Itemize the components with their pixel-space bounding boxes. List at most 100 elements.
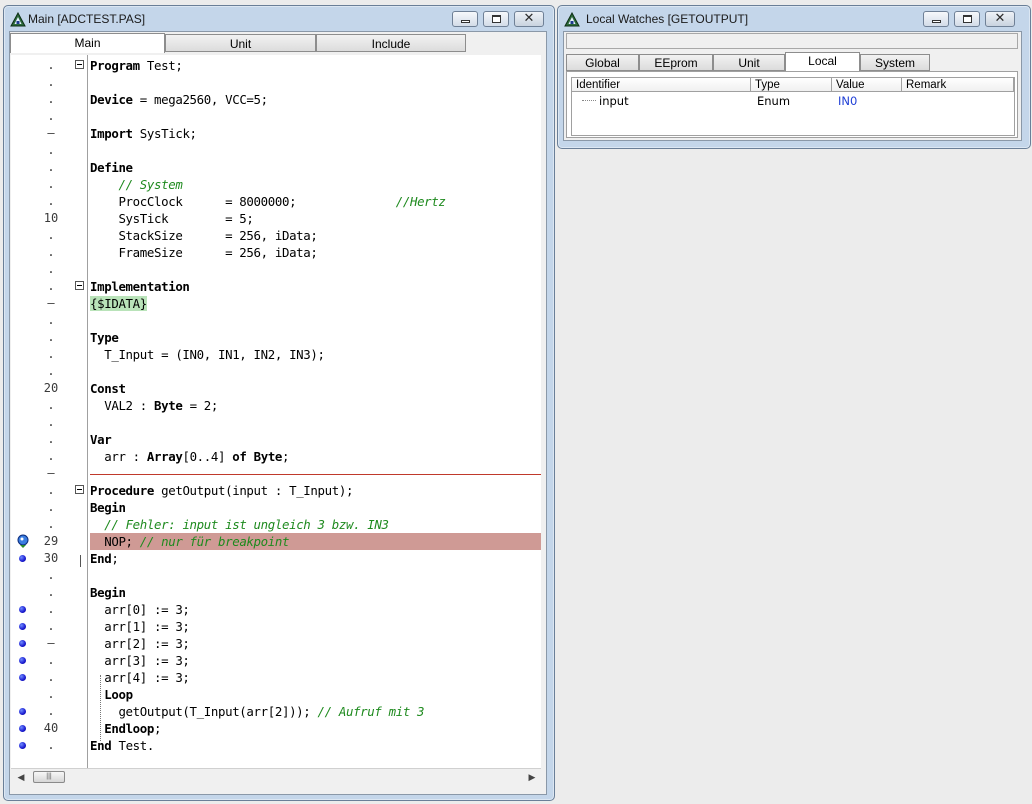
col-value[interactable]: Value [832,78,902,92]
fold-toggle-icon[interactable] [75,485,84,494]
breakpoint-icon[interactable] [19,555,26,562]
code-editor[interactable]: . Program Test;.. Device = mega2560, VCC=5… [11,55,541,768]
code-line[interactable]: . [11,108,541,125]
fold-toggle-icon[interactable] [75,60,84,69]
code-line[interactable]: – [11,465,541,482]
minimize-icon [932,20,941,23]
minimize-button[interactable] [923,11,949,27]
line-number: . [47,670,55,684]
code-line[interactable]: – arr[2] := 3; [11,635,541,652]
code-line[interactable]: . [11,414,541,431]
minimize-button[interactable] [452,11,478,27]
code-line[interactable]: . Implementation [11,278,541,295]
minimize-icon [461,20,470,23]
code-line[interactable]: . Program Test; [11,57,541,74]
code-text: Begin [90,585,126,600]
line-number: . [47,517,55,531]
code-line[interactable]: . VAL2 : Byte = 2; [11,397,541,414]
code-line[interactable]: . End Test. [11,737,541,754]
close-button[interactable]: ✕ [514,11,544,27]
breakpoint-icon[interactable] [19,657,26,664]
tab-local[interactable]: Local [785,52,860,72]
code-line[interactable]: . arr[3] := 3; [11,652,541,669]
code-line[interactable]: . // System [11,176,541,193]
code-line[interactable]: . [11,261,541,278]
breakpoint-icon[interactable] [19,640,26,647]
code-line[interactable]: . arr[0] := 3; [11,601,541,618]
horizontal-scrollbar[interactable]: ◀ ||| ▶ [11,768,541,786]
main-tabs: Main Unit Include [10,33,541,53]
code-line[interactable]: . [11,142,541,159]
line-number: . [47,568,55,582]
watches-titlebar[interactable]: Local Watches [GETOUTPUT] ✕ [558,6,1030,34]
breakpoint-icon[interactable] [19,606,26,613]
tab-unit[interactable]: Unit [165,34,316,52]
code-line[interactable]: . [11,74,541,91]
tab-eeprom[interactable]: EEprom [639,54,713,71]
line-number: . [47,398,55,412]
code-line[interactable]: . Var [11,431,541,448]
breakpoint-icon[interactable] [19,674,26,681]
watches-input-field[interactable] [566,33,1018,49]
code-line[interactable]: 29 NOP; // nur für breakpoint [11,533,541,550]
code-line[interactable]: . arr[1] := 3; [11,618,541,635]
code-line[interactable]: 10 SysTick = 5; [11,210,541,227]
current-line-icon[interactable] [17,534,29,548]
code-line[interactable]: . Begin [11,499,541,516]
breakpoint-icon[interactable] [19,725,26,732]
code-line[interactable]: . Begin [11,584,541,601]
code-line[interactable]: . ProcClock = 8000000; //Hertz [11,193,541,210]
code-line[interactable]: . [11,567,541,584]
tab-global[interactable]: Global [566,54,639,71]
code-line[interactable]: – {$IDATA} [11,295,541,312]
code-line[interactable]: . arr[4] := 3; [11,669,541,686]
scroll-right-arrow[interactable]: ▶ [525,771,539,784]
code-line[interactable]: . // Fehler: input ist ungleich 3 bzw. I… [11,516,541,533]
code-text: arr[4] := 3; [90,670,190,685]
line-number: . [47,177,55,191]
tab-unit[interactable]: Unit [713,54,785,71]
maximize-button[interactable] [954,11,980,27]
code-line[interactable]: . arr : Array[0..4] of Byte; [11,448,541,465]
col-identifier[interactable]: Identifier [572,78,751,92]
cell-identifier: input [599,94,629,108]
breakpoint-icon[interactable] [19,708,26,715]
code-text: arr[3] := 3; [90,653,190,668]
code-line[interactable]: 40 Endloop; [11,720,541,737]
code-line[interactable]: . Procedure getOutput(input : T_Input); [11,482,541,499]
col-type[interactable]: Type [751,78,832,92]
scroll-thumb[interactable]: ||| [33,771,65,783]
code-line[interactable]: 30 End; [11,550,541,567]
tab-main[interactable]: Main [10,33,165,53]
tab-system[interactable]: System [860,54,930,71]
code-text: arr : Array[0..4] of Byte; [90,449,290,464]
main-titlebar[interactable]: Main [ADCTEST.PAS] ✕ [4,6,554,34]
code-line[interactable]: – Import SysTick; [11,125,541,142]
app-logo-icon [10,12,26,27]
close-button[interactable]: ✕ [985,11,1015,27]
code-line[interactable]: . Device = mega2560, VCC=5; [11,91,541,108]
code-line[interactable]: 20 Const [11,380,541,397]
code-line[interactable]: . StackSize = 256, iData; [11,227,541,244]
tab-include[interactable]: Include [316,34,466,52]
code-line[interactable]: . Type [11,329,541,346]
code-line[interactable]: . Loop [11,686,541,703]
line-number: . [47,704,55,718]
line-number: . [47,313,55,327]
code-text: Define [90,160,133,175]
line-number: . [47,160,55,174]
code-line[interactable]: . FrameSize = 256, iData; [11,244,541,261]
code-line[interactable]: . [11,363,541,380]
code-text: T_Input = (IN0, IN1, IN2, IN3); [90,347,325,362]
fold-toggle-icon[interactable] [75,281,84,290]
watches-table[interactable]: Identifier Type Value Remark input Enum … [571,77,1015,136]
col-remark[interactable]: Remark [902,78,1014,92]
code-line[interactable]: . Define [11,159,541,176]
breakpoint-icon[interactable] [19,623,26,630]
code-line[interactable]: . T_Input = (IN0, IN1, IN2, IN3); [11,346,541,363]
code-line[interactable]: . [11,312,541,329]
breakpoint-icon[interactable] [19,742,26,749]
scroll-left-arrow[interactable]: ◀ [14,771,28,784]
maximize-button[interactable] [483,11,509,27]
code-line[interactable]: . getOutput(T_Input(arr[2])); // Aufruf … [11,703,541,720]
